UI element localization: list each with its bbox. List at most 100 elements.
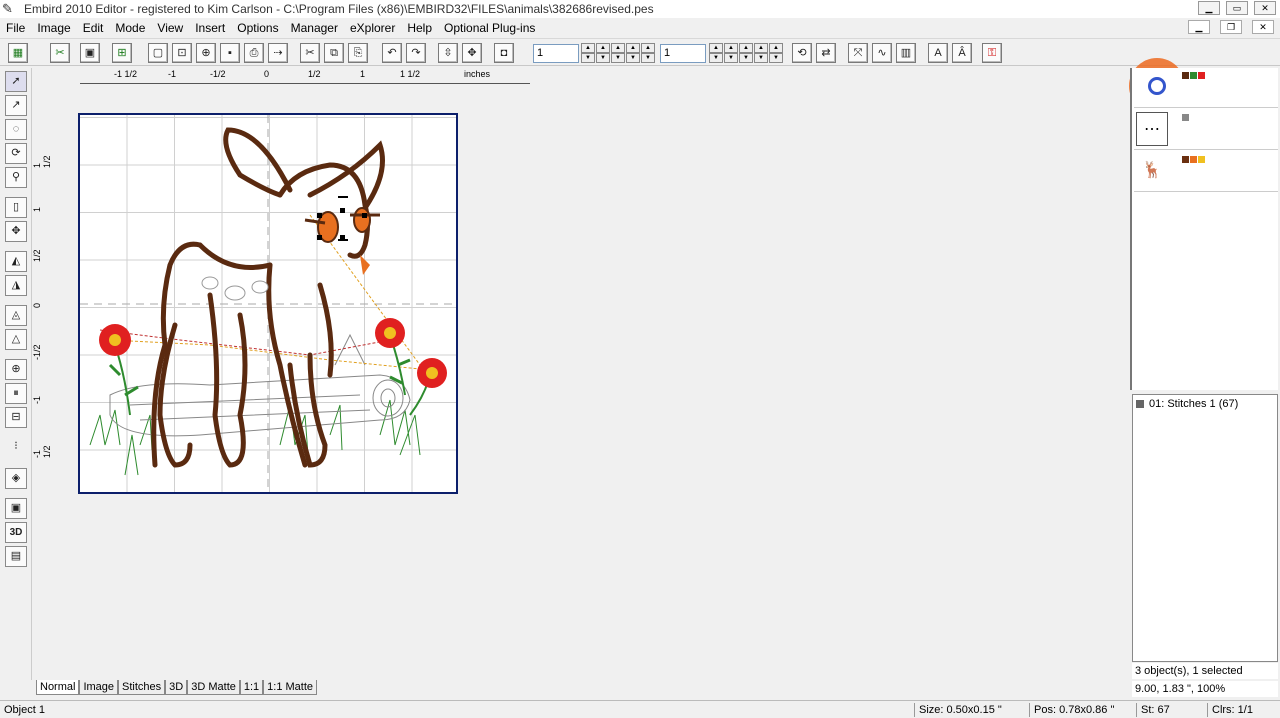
- menu-insert[interactable]: Insert: [189, 21, 231, 35]
- rotate-tool-icon[interactable]: ⟲: [792, 43, 812, 63]
- minimize-button[interactable]: ▁: [1198, 1, 1220, 15]
- copy-icon[interactable]: ⧉: [324, 43, 344, 63]
- page-icon[interactable]: ▯: [5, 197, 27, 218]
- align-horizontal-icon[interactable]: ⊟: [5, 407, 27, 428]
- needle-combo-1[interactable]: 1: [533, 44, 579, 63]
- manager-icon[interactable]: ▦: [8, 43, 28, 63]
- doc-close-button[interactable]: ✕: [1252, 20, 1274, 34]
- ruler-tick: -1/2: [32, 344, 42, 360]
- spin-up-icon[interactable]: ▲: [739, 43, 753, 53]
- 3d-icon[interactable]: 3D: [5, 522, 27, 543]
- node-select-icon[interactable]: ↗: [5, 95, 27, 116]
- select-all-icon[interactable]: ✥: [462, 43, 482, 63]
- spin-down-icon[interactable]: ▼: [769, 53, 783, 63]
- spin-up-icon[interactable]: ▲: [709, 43, 723, 53]
- undo-icon[interactable]: ↶: [382, 43, 402, 63]
- spin-down-icon[interactable]: ▼: [709, 53, 723, 63]
- status-size: Size: 0.50x0.15 ": [914, 703, 1006, 717]
- grid-icon[interactable]: ⊞: [112, 43, 132, 63]
- stitch-tool-icon[interactable]: ✂: [50, 43, 70, 63]
- spin-up-icon[interactable]: ▲: [769, 43, 783, 53]
- redo-icon[interactable]: ↷: [406, 43, 426, 63]
- insert-file-icon[interactable]: ⊕: [196, 43, 216, 63]
- menu-mode[interactable]: Mode: [109, 21, 151, 35]
- maximize-button[interactable]: ▭: [1226, 1, 1248, 15]
- deer-thumbnail-icon[interactable]: 🦌: [1136, 154, 1168, 188]
- square-icon[interactable]: ▣: [5, 498, 27, 519]
- realistic-view-icon[interactable]: ▤: [5, 546, 27, 567]
- spin-down-icon[interactable]: ▼: [581, 53, 595, 63]
- save-icon[interactable]: ▪: [220, 43, 240, 63]
- spin-down-icon[interactable]: ▼: [724, 53, 738, 63]
- paste-icon[interactable]: ⎘: [348, 43, 368, 63]
- tab-1-1[interactable]: 1:1: [239, 680, 264, 695]
- close-button[interactable]: ✕: [1254, 1, 1276, 15]
- transform-icon[interactable]: ⤧: [848, 43, 868, 63]
- menu-optional-plugins[interactable]: Optional Plug-ins: [438, 21, 541, 35]
- spin-up-icon[interactable]: ▲: [641, 43, 655, 53]
- tab-1-1-matte[interactable]: 1:1 Matte: [263, 680, 318, 695]
- resize-icon[interactable]: ⇳: [438, 43, 458, 63]
- tab-3d-matte[interactable]: 3D Matte: [187, 680, 240, 695]
- needle-combo-2[interactable]: 1: [660, 44, 706, 63]
- menu-help[interactable]: Help: [401, 21, 438, 35]
- doc-restore-button[interactable]: ❐: [1220, 20, 1242, 34]
- align-center-icon[interactable]: ⊕: [5, 359, 27, 380]
- flip-horizontal-icon[interactable]: ◭: [5, 251, 27, 272]
- stitch-item[interactable]: 01: Stitches 1 (67): [1136, 398, 1238, 410]
- tab-normal[interactable]: Normal: [36, 680, 80, 695]
- menu-manager[interactable]: Manager: [285, 21, 344, 35]
- cut-icon[interactable]: ✂: [300, 43, 320, 63]
- stop-icon[interactable]: ◘: [494, 43, 514, 63]
- spin-up-icon[interactable]: ▲: [611, 43, 625, 53]
- menu-image[interactable]: Image: [31, 21, 76, 35]
- spin-up-icon[interactable]: ▲: [626, 43, 640, 53]
- object-row[interactable]: 🦌: [1134, 152, 1278, 192]
- objects-info: 3 object(s), 1 selected: [1132, 663, 1278, 679]
- design-object-icon[interactable]: ◈: [5, 468, 27, 489]
- wave-icon[interactable]: ∿: [872, 43, 892, 63]
- object-thumbnail-selected[interactable]: ⋯: [1136, 112, 1168, 146]
- monogram-icon[interactable]: Â: [952, 43, 972, 63]
- tab-3d[interactable]: 3D: [165, 680, 188, 695]
- menu-options[interactable]: Options: [231, 21, 284, 35]
- menu-file[interactable]: File: [0, 21, 31, 35]
- spin-down-icon[interactable]: ▼: [641, 53, 655, 63]
- spin-up-icon[interactable]: ▲: [754, 43, 768, 53]
- tab-stitches[interactable]: Stitches: [118, 680, 166, 695]
- spin-up-icon[interactable]: ▲: [596, 43, 610, 53]
- triangle-icon[interactable]: △: [5, 329, 27, 350]
- text-icon[interactable]: A: [928, 43, 948, 63]
- object-row[interactable]: ⋯: [1134, 110, 1278, 150]
- skew-icon[interactable]: ◬: [5, 305, 27, 326]
- lasso-icon[interactable]: ◌: [5, 119, 27, 140]
- spin-up-icon[interactable]: ▲: [724, 43, 738, 53]
- menu-explorer[interactable]: eXplorer: [344, 21, 401, 35]
- new-file-icon[interactable]: ▢: [148, 43, 168, 63]
- spin-down-icon[interactable]: ▼: [739, 53, 753, 63]
- embroidery-hoop[interactable]: [78, 113, 458, 494]
- key-icon[interactable]: ⚿: [982, 43, 1002, 63]
- align-vertical-icon[interactable]: ⏸: [5, 383, 27, 404]
- open-file-icon[interactable]: ⊡: [172, 43, 192, 63]
- tab-image[interactable]: Image: [79, 680, 119, 695]
- print-icon[interactable]: ⎙: [244, 43, 264, 63]
- spin-down-icon[interactable]: ▼: [626, 53, 640, 63]
- doc-minimize-button[interactable]: ▁: [1188, 20, 1210, 34]
- menu-view[interactable]: View: [151, 21, 189, 35]
- arrow-select-icon[interactable]: ➚: [5, 71, 27, 92]
- embroidery-design[interactable]: [80, 115, 458, 494]
- export-icon[interactable]: ⇢: [268, 43, 288, 63]
- spin-down-icon[interactable]: ▼: [611, 53, 625, 63]
- camera-icon[interactable]: ▣: [80, 43, 100, 63]
- spin-down-icon[interactable]: ▼: [754, 53, 768, 63]
- move-icon[interactable]: ✥: [5, 221, 27, 242]
- rotate-icon[interactable]: ⟳: [5, 143, 27, 164]
- bars-icon[interactable]: ▥: [896, 43, 916, 63]
- flip-vertical-icon[interactable]: ◮: [5, 275, 27, 296]
- zoom-icon[interactable]: ⚲: [5, 167, 27, 188]
- menu-edit[interactable]: Edit: [77, 21, 110, 35]
- spin-down-icon[interactable]: ▼: [596, 53, 610, 63]
- spin-up-icon[interactable]: ▲: [581, 43, 595, 53]
- mirror-tool-icon[interactable]: ⇄: [816, 43, 836, 63]
